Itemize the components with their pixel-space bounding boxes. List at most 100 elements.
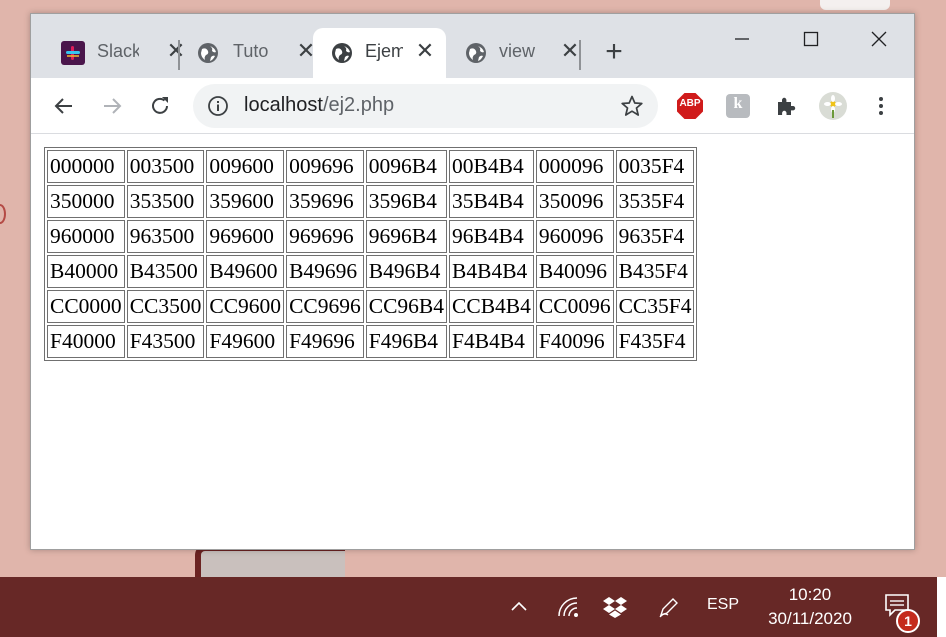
table-cell: 359696 [286, 185, 364, 218]
color-table: 000000 003500 009600 009696 0096B4 00B4B4 0000… [44, 147, 698, 361]
browser-menu-button[interactable] [865, 90, 897, 122]
table-cell: 003500 [126, 150, 205, 183]
table-cell: CC0096 [535, 290, 614, 323]
browser-toolbar: localhost/ej2.php ABP k [31, 78, 914, 134]
table-row: 350000 353500 359600 359696 3596B4 35B4B4 3500… [47, 185, 695, 218]
info-icon[interactable] [207, 95, 229, 117]
table-row: 960000 963500 969600 969696 9696B4 96B4B4 9600… [47, 220, 695, 253]
table-cell: 9635F4 [615, 220, 695, 253]
table-cell: 0096B4 [365, 150, 448, 183]
table-cell: F49600 [206, 325, 285, 358]
table-cell: B496B4 [365, 255, 448, 288]
table-cell: B40000 [47, 255, 125, 288]
url-text[interactable]: localhost/ej2.php [244, 94, 394, 117]
new-tab-button[interactable]: + [599, 37, 629, 68]
tab-divider [178, 40, 180, 70]
clock-date: 30/11/2020 [768, 609, 852, 628]
url-host: localhost [244, 94, 323, 116]
table-cell: B40096 [535, 255, 614, 288]
notification-count-badge: 1 [896, 609, 920, 633]
profile-avatar[interactable] [817, 90, 849, 122]
table-cell: 969600 [206, 220, 285, 253]
chevron-up-icon [511, 601, 527, 611]
wifi-icon[interactable] [556, 595, 580, 619]
table-row: F40000 F43500 F49600 F49696 F496B4 F4B4B4 F400… [47, 325, 695, 358]
table-cell: B435F4 [615, 255, 695, 288]
table-cell: F435F4 [615, 325, 695, 358]
tab-divider [579, 40, 581, 70]
table-cell: 350000 [47, 185, 125, 218]
arrow-right-icon [104, 98, 122, 114]
table-cell: 350096 [535, 185, 614, 218]
forward-button[interactable] [96, 90, 128, 122]
reload-button[interactable] [144, 90, 176, 122]
table-cell: 0035F4 [615, 150, 695, 183]
table-cell: 3535F4 [615, 185, 695, 218]
back-button[interactable] [48, 90, 80, 122]
tab-title: Tuto [233, 41, 269, 61]
globe-icon [465, 42, 487, 64]
table-cell: 000096 [535, 150, 614, 183]
dropbox-icon[interactable] [602, 595, 628, 619]
table-cell: F49696 [286, 325, 364, 358]
bookmark-star-icon[interactable] [620, 94, 644, 118]
table-cell: 00B4B4 [449, 150, 534, 183]
close-window-button[interactable] [856, 24, 902, 54]
table-cell: CCB4B4 [449, 290, 534, 323]
maximize-button[interactable] [788, 24, 834, 54]
arrow-left-icon [54, 98, 72, 114]
table-cell: 353500 [126, 185, 205, 218]
tab-slack[interactable]: Slack ✕ [47, 28, 185, 78]
table-cell: F43500 [126, 325, 205, 358]
table-cell: B49696 [286, 255, 364, 288]
page-content: 000000 003500 009600 009696 0096B4 00B4B4 0000… [31, 135, 914, 549]
table-cell: 009600 [206, 150, 285, 183]
url-path: /ej2.php [322, 94, 395, 116]
language-indicator[interactable]: ESP [707, 596, 739, 614]
table-row: CC0000 CC3500 CC9600 CC9696 CC96B4 CCB4B4 CC00… [47, 290, 695, 323]
screen-edge [937, 577, 946, 637]
tab-ejem[interactable]: Ejem ✕ [313, 28, 446, 78]
table-cell: F40000 [47, 325, 125, 358]
close-icon [871, 31, 887, 47]
reader-extension-label: k [733, 95, 743, 112]
table-cell: 009696 [286, 150, 364, 183]
clock[interactable]: 10:20 30/11/2020 [755, 583, 865, 631]
desktop-decoration [0, 204, 6, 224]
tab-tuto[interactable]: Tuto ✕ [181, 28, 315, 78]
show-hidden-icons-button[interactable] [508, 595, 530, 619]
table-cell: CC9600 [206, 290, 285, 323]
taskbar: ESP 10:20 30/11/2020 [0, 577, 946, 637]
table-cell: 3596B4 [365, 185, 448, 218]
tab-title: Slack [97, 41, 139, 61]
adblock-plus-icon[interactable]: ABP [674, 90, 706, 122]
reader-extension-icon[interactable]: k [722, 90, 754, 122]
tab-title: Ejem [365, 41, 403, 61]
table-cell: 960096 [535, 220, 614, 253]
table-cell: F40096 [535, 325, 614, 358]
table-cell: B43500 [126, 255, 205, 288]
table-cell: CC9696 [286, 290, 364, 323]
desktop-decoration [820, 0, 890, 10]
address-bar[interactable]: localhost/ej2.php [193, 84, 658, 128]
table-cell: F4B4B4 [449, 325, 534, 358]
tab-strip: Slack ✕ Tuto ✕ Ejem ✕ view ✕ + [31, 14, 914, 78]
table-cell: CC3500 [126, 290, 205, 323]
minimize-button[interactable] [719, 24, 765, 54]
browser-window: Slack ✕ Tuto ✕ Ejem ✕ view ✕ + localhost… [30, 13, 915, 550]
minimize-icon [735, 38, 749, 40]
table-cell: 9696B4 [365, 220, 448, 253]
tab-close-icon[interactable]: ✕ [559, 40, 581, 62]
tab-close-icon[interactable]: ✕ [414, 40, 436, 62]
maximize-icon [803, 31, 819, 47]
table-cell: CC35F4 [615, 290, 695, 323]
slack-icon [61, 41, 85, 65]
globe-icon [197, 42, 219, 64]
tab-view[interactable]: view ✕ [449, 28, 579, 78]
tab-title: view [499, 41, 536, 61]
table-cell: 359600 [206, 185, 285, 218]
extensions-puzzle-icon[interactable] [770, 90, 802, 122]
table-cell: F496B4 [365, 325, 448, 358]
pen-icon[interactable] [657, 595, 681, 619]
adblock-label: ABP [679, 98, 701, 109]
